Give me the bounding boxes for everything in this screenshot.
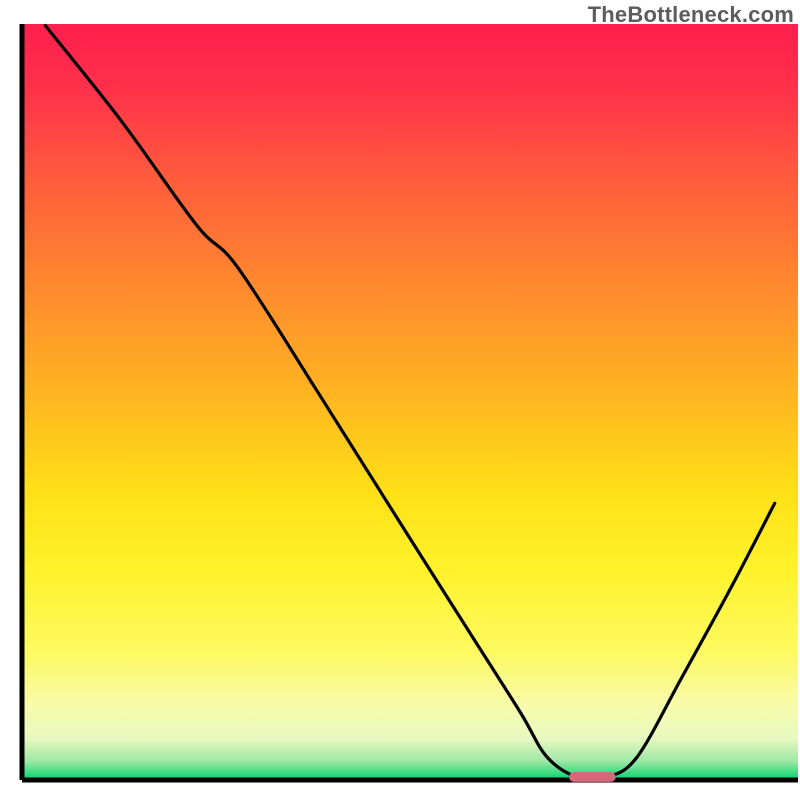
watermark-text: TheBottleneck.com [588, 2, 794, 28]
chart-svg [0, 0, 800, 800]
plot-background [22, 24, 798, 780]
chart-canvas: TheBottleneck.com [0, 0, 800, 800]
optimal-zone-marker [569, 772, 616, 782]
